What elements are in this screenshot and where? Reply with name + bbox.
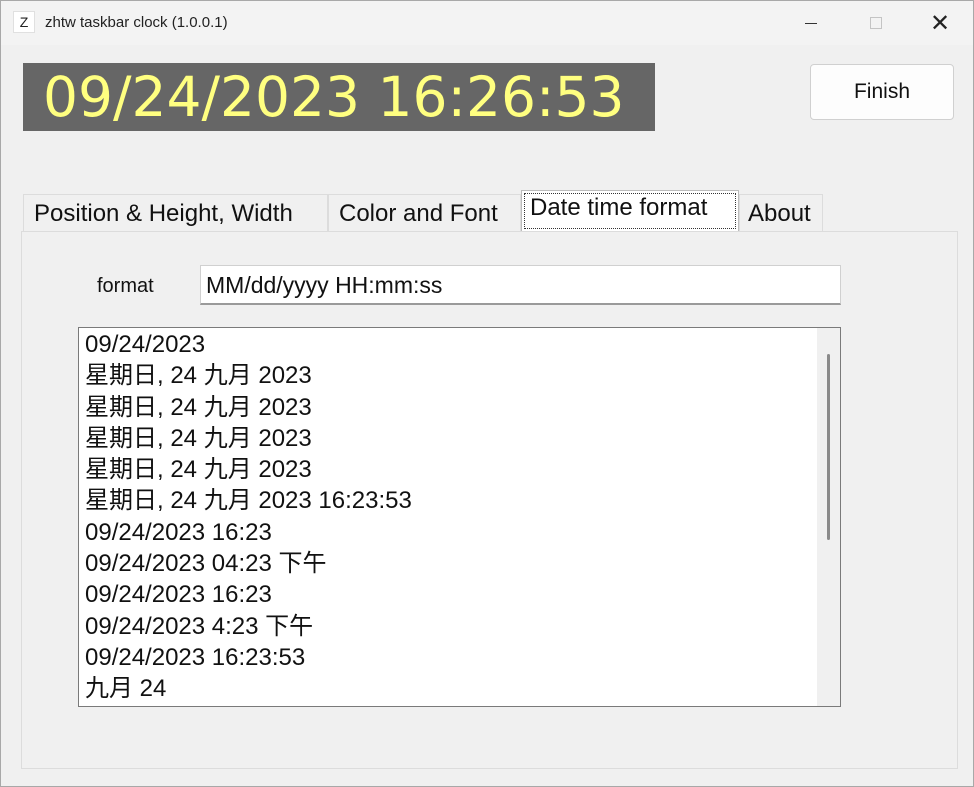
- list-item[interactable]: 九月 24: [79, 672, 840, 703]
- clock-preview: 09/24/2023 16:26:53: [23, 63, 655, 131]
- list-item[interactable]: 09/24/2023 16:23: [79, 578, 840, 609]
- list-item[interactable]: 09/24/2023 4:23 下午: [79, 610, 840, 641]
- tab-color-and-font[interactable]: Color and Font: [328, 194, 521, 231]
- tab-date-time-format[interactable]: Date time format: [521, 190, 739, 231]
- minimize-icon: [805, 22, 817, 24]
- close-icon: ✕: [929, 9, 951, 37]
- format-label: format: [97, 275, 154, 297]
- tab-about[interactable]: About: [739, 194, 823, 231]
- list-item[interactable]: 星期日, 24 九月 2023: [79, 453, 840, 484]
- app-icon: Z: [13, 11, 35, 33]
- format-list[interactable]: 09/24/2023 星期日, 24 九月 2023 星期日, 24 九月 20…: [78, 327, 841, 707]
- focus-rectangle: [524, 193, 736, 229]
- list-item[interactable]: 09/24/2023 16:23: [79, 516, 840, 547]
- list-scrollbar[interactable]: [817, 328, 840, 706]
- title-bar[interactable]: Z zhtw taskbar clock (1.0.0.1) ✕: [1, 1, 973, 45]
- maximize-icon: [870, 17, 882, 29]
- close-button[interactable]: ✕: [908, 1, 972, 45]
- format-input[interactable]: MM/dd/yyyy HH:mm:ss: [200, 265, 841, 305]
- window-title: zhtw taskbar clock (1.0.0.1): [45, 14, 228, 31]
- list-item[interactable]: 星期日, 24 九月 2023: [79, 359, 840, 390]
- list-item[interactable]: 09/24/2023 16:23:53: [79, 641, 840, 672]
- app-window: Z zhtw taskbar clock (1.0.0.1) ✕ 09/24/2…: [0, 0, 974, 787]
- list-item[interactable]: 星期日, 24 九月 2023: [79, 422, 840, 453]
- list-item[interactable]: 09/24/2023: [79, 328, 840, 359]
- list-item[interactable]: 星期日, 24 九月 2023 16:23:53: [79, 484, 840, 515]
- scrollbar-thumb[interactable]: [827, 354, 830, 540]
- finish-button[interactable]: Finish: [810, 64, 954, 120]
- tab-position-height-width[interactable]: Position & Height, Width: [23, 194, 328, 231]
- minimize-button[interactable]: [779, 1, 843, 45]
- list-item[interactable]: 09/24/2023 04:23 下午: [79, 547, 840, 578]
- maximize-button: [844, 1, 908, 45]
- list-item[interactable]: 星期日, 24 九月 2023: [79, 391, 840, 422]
